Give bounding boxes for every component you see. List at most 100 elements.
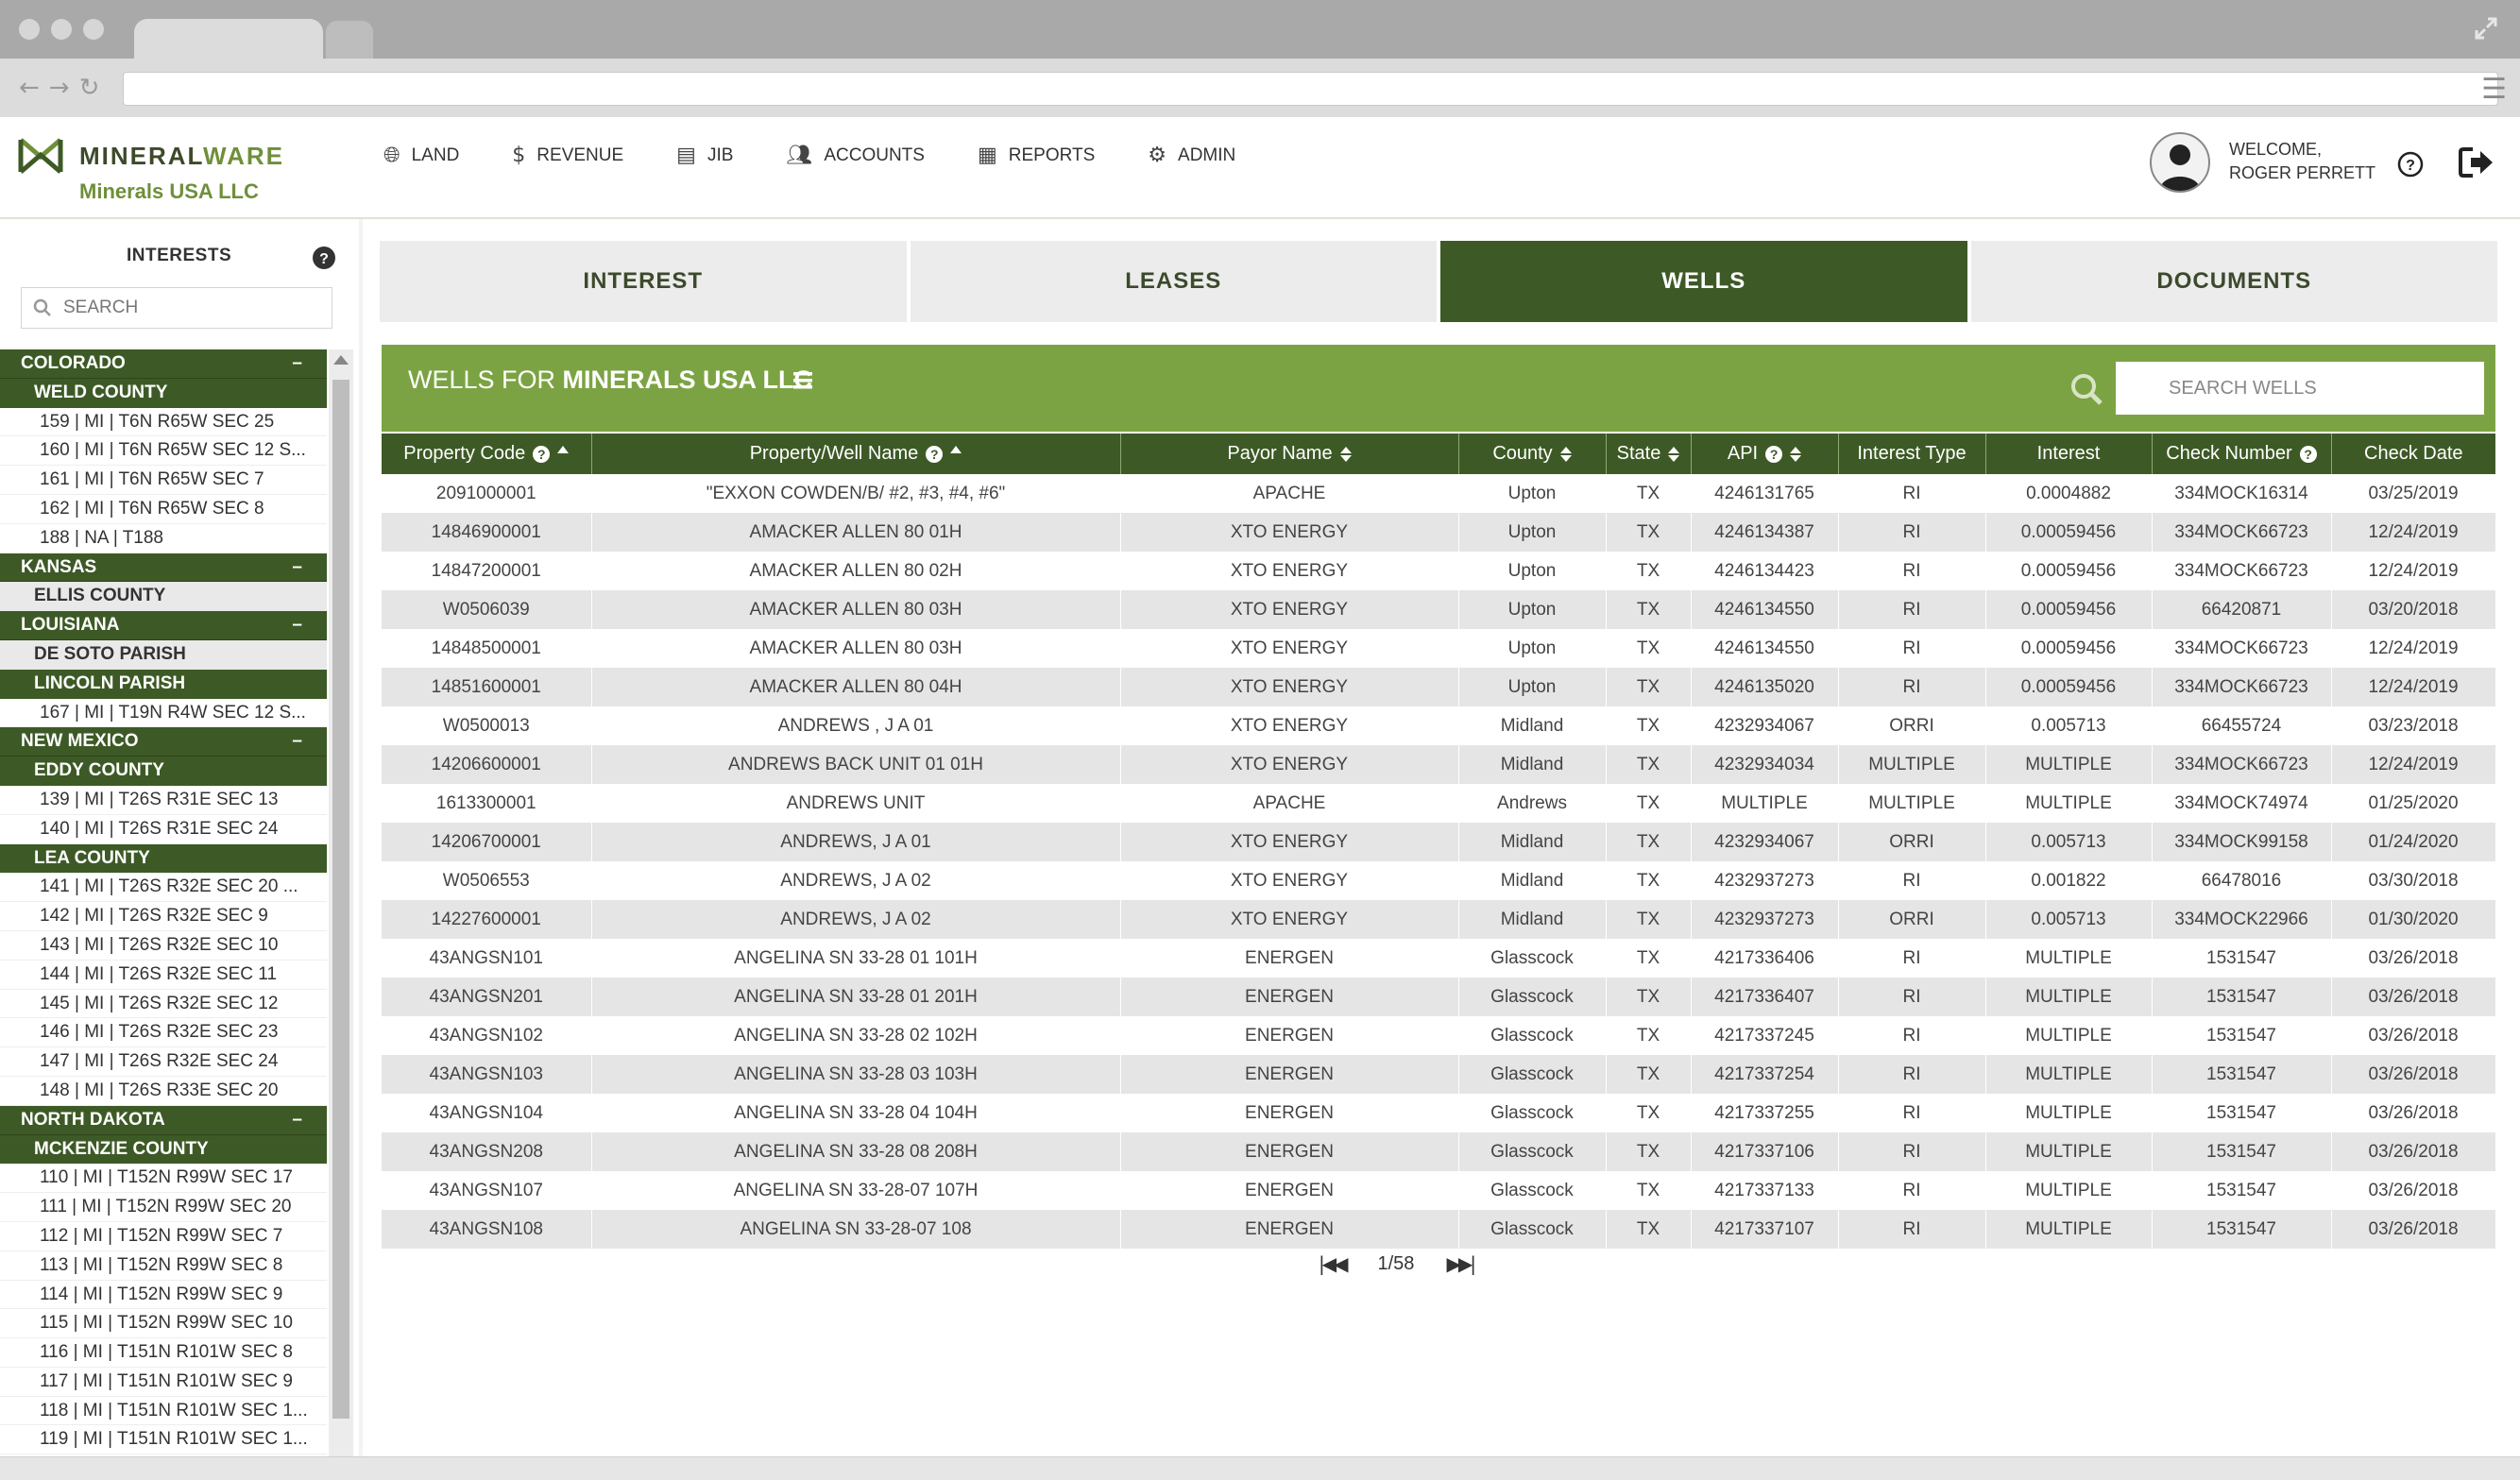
column-header[interactable]: Property Code? — [382, 434, 592, 474]
app-logo-text[interactable]: MINERALWARE — [79, 142, 284, 171]
table-row[interactable]: 43ANGSN104 ANGELINA SN 33-28 04 104H ENERG… — [382, 1094, 2496, 1132]
tree-state[interactable]: NEW MEXICO – — [0, 727, 327, 757]
help-icon[interactable]: ? — [2299, 445, 2317, 463]
sort-icon[interactable] — [1339, 446, 1352, 462]
nav-admin[interactable]: ⚙ ADMIN — [1148, 144, 1235, 167]
sort-icon[interactable] — [1790, 446, 1802, 462]
tree-county[interactable]: LEA COUNTY — [0, 843, 327, 874]
table-row[interactable]: 14206700001 ANDREWS, J A 01 XTO ENERGY Midl… — [382, 823, 2496, 861]
scroll-thumb[interactable] — [332, 380, 349, 1419]
table-row[interactable]: 14846900001 AMACKER ALLEN 80 01H XTO ENERG… — [382, 513, 2496, 552]
nav-jib[interactable]: ▤ JIB — [676, 144, 733, 167]
tree-leaf[interactable]: 145 | MI | T26S R32E SEC 12 — [0, 989, 327, 1019]
column-header[interactable]: Check Number? — [2152, 434, 2332, 474]
sort-icon[interactable] — [1559, 446, 1572, 462]
nav-accounts[interactable]: 👥︎ ACCOUNTS — [786, 144, 925, 167]
back-arrow-icon[interactable]: ← — [19, 74, 40, 102]
table-row[interactable]: 14848500001 AMACKER ALLEN 80 03H XTO ENERG… — [382, 629, 2496, 668]
tree-county[interactable]: DE SOTO PARISH — [0, 639, 327, 670]
tree-county[interactable]: MCKENZIE COUNTY — [0, 1134, 327, 1165]
avatar[interactable] — [2150, 132, 2210, 193]
table-row[interactable]: 14227600001 ANDREWS, J A 02 XTO ENERGY Midl… — [382, 900, 2496, 939]
tab-leases[interactable]: LEASES — [910, 241, 1437, 322]
table-row[interactable]: 43ANGSN101 ANGELINA SN 33-28 01 101H ENERG… — [382, 939, 2496, 978]
tree-leaf[interactable]: 147 | MI | T26S R32E SEC 24 — [0, 1047, 327, 1077]
table-row[interactable]: W0506039 AMACKER ALLEN 80 03H XTO ENERGY Up… — [382, 590, 2496, 629]
tab-wells[interactable]: WELLS — [1440, 241, 1967, 322]
forward-arrow-icon[interactable]: → — [49, 74, 70, 102]
tree-leaf[interactable]: 144 | MI | T26S R32E SEC 11 — [0, 960, 327, 990]
table-row[interactable]: 43ANGSN208 ANGELINA SN 33-28 08 208H ENERG… — [382, 1132, 2496, 1171]
table-row[interactable]: 14851600001 AMACKER ALLEN 80 04H XTO ENERG… — [382, 668, 2496, 706]
tree-leaf[interactable]: 117 | MI | T151N R101W SEC 9 — [0, 1367, 327, 1397]
column-header[interactable]: API? — [1691, 434, 1839, 474]
first-page-icon[interactable]: |◀◀ — [1319, 1252, 1348, 1275]
tree-county[interactable]: WELD COUNTY — [0, 378, 327, 408]
tree-county[interactable]: ELLIS COUNTY — [0, 582, 327, 612]
sort-ascending-icon[interactable] — [950, 445, 962, 453]
browser-tab-new[interactable] — [326, 21, 373, 59]
column-header[interactable]: Property/Well Name? — [591, 434, 1121, 474]
tree-leaf[interactable]: 114 | MI | T152N R99W SEC 9 — [0, 1280, 327, 1310]
help-icon[interactable]: ? — [1765, 445, 1783, 463]
help-icon[interactable]: ? — [533, 445, 551, 463]
table-row[interactable]: 43ANGSN201 ANGELINA SN 33-28 01 201H ENERG… — [382, 978, 2496, 1016]
browser-tab-active[interactable] — [134, 19, 323, 59]
table-row[interactable]: W0500013 ANDREWS , J A 01 XTO ENERGY Midlan… — [382, 706, 2496, 745]
tree-leaf[interactable]: 140 | MI | T26S R31E SEC 24 — [0, 814, 327, 844]
table-row[interactable]: 43ANGSN108 ANGELINA SN 33-28-07 108 ENERGE… — [382, 1210, 2496, 1249]
tree-leaf[interactable]: 111 | MI | T152N R99W SEC 20 — [0, 1193, 327, 1222]
help-icon[interactable]: ? — [2397, 151, 2424, 178]
tree-leaf[interactable]: 148 | MI | T26S R33E SEC 20 — [0, 1076, 327, 1106]
scroll-up-arrow-icon[interactable] — [333, 355, 349, 365]
sidebar-scrollbar[interactable] — [329, 349, 353, 1456]
nav-reports[interactable]: ▦ REPORTS — [978, 144, 1095, 167]
table-row[interactable]: 14206600001 ANDREWS BACK UNIT 01 01H XTO E… — [382, 745, 2496, 784]
tree-leaf[interactable]: 146 | MI | T26S R32E SEC 23 — [0, 1018, 327, 1048]
tree-leaf[interactable]: 110 | MI | T152N R99W SEC 17 — [0, 1164, 327, 1194]
table-row[interactable]: 1613300001 ANDREWS UNIT APACHE Andrews TX MUL… — [382, 784, 2496, 823]
table-row[interactable]: 14847200001 AMACKER ALLEN 80 02H XTO ENERG… — [382, 552, 2496, 590]
search-wells-input[interactable] — [2116, 362, 2484, 415]
tree-leaf[interactable]: 118 | MI | T151N R101W SEC 1... — [0, 1396, 327, 1426]
tree-leaf[interactable]: 162 | MI | T6N R65W SEC 8 — [0, 494, 327, 524]
tree-leaf[interactable]: 161 | MI | T6N R65W SEC 7 — [0, 466, 327, 495]
tree-leaf[interactable]: 113 | MI | T152N R99W SEC 8 — [0, 1250, 327, 1281]
sort-ascending-icon[interactable] — [557, 445, 570, 453]
close-window-dot[interactable] — [19, 19, 40, 40]
tree-leaf[interactable]: 159 | MI | T6N R65W SEC 25 — [0, 407, 327, 437]
tree-leaf[interactable]: 119 | MI | T151N R101W SEC 1... — [0, 1425, 327, 1455]
tree-leaf[interactable]: 160 | MI | T6N R65W SEC 12 S... — [0, 436, 327, 467]
browser-menu-icon[interactable]: ☰ — [2481, 76, 2507, 104]
column-header[interactable]: Interest — [1985, 434, 2153, 474]
help-icon[interactable]: ? — [312, 246, 336, 270]
column-header[interactable]: State — [1606, 434, 1692, 474]
hamburger-menu-icon[interactable] — [792, 370, 814, 391]
tree-leaf[interactable]: 115 | MI | T152N R99W SEC 10 — [0, 1309, 327, 1339]
collapse-icon[interactable]: – — [292, 349, 302, 378]
collapse-icon[interactable]: – — [292, 611, 302, 639]
table-row[interactable]: 43ANGSN107 ANGELINA SN 33-28-07 107H ENERG… — [382, 1171, 2496, 1210]
collapse-icon[interactable]: – — [292, 553, 302, 582]
table-row[interactable]: W0506553 ANDREWS, J A 02 XTO ENERGY Midland… — [382, 861, 2496, 900]
tree-state[interactable]: NORTH DAKOTA – — [0, 1105, 327, 1135]
tree-leaf[interactable]: 141 | MI | T26S R32E SEC 20 ... — [0, 873, 327, 903]
search-icon[interactable] — [2069, 371, 2106, 409]
table-row[interactable]: 2091000001 "EXXON COWDEN/B/ #2, #3, #4, #… — [382, 474, 2496, 513]
last-page-icon[interactable]: ▶▶| — [1446, 1252, 1475, 1275]
help-icon[interactable]: ? — [926, 445, 944, 463]
tree-leaf[interactable]: 116 | MI | T151N R101W SEC 8 — [0, 1338, 327, 1368]
logout-icon[interactable] — [2458, 145, 2495, 179]
table-row[interactable]: 43ANGSN103 ANGELINA SN 33-28 03 103H ENERG… — [382, 1055, 2496, 1094]
fullscreen-icon[interactable] — [2473, 15, 2499, 42]
sidebar-search-input[interactable] — [61, 297, 311, 319]
nav-land[interactable]: 🌐︎ LAND — [383, 144, 459, 167]
tree-state[interactable]: LOUISIANA – — [0, 611, 327, 640]
tree-leaf[interactable]: 188 | NA | T188 — [0, 523, 327, 553]
tab-documents[interactable]: DOCUMENTS — [1970, 241, 2497, 322]
tab-interest[interactable]: INTEREST — [380, 241, 907, 322]
table-row[interactable]: 43ANGSN102 ANGELINA SN 33-28 02 102H ENERG… — [382, 1016, 2496, 1055]
sort-icon[interactable] — [1668, 446, 1680, 462]
minimize-window-dot[interactable] — [51, 19, 72, 40]
tree-leaf[interactable]: 167 | MI | T19N R4W SEC 12 S... — [0, 698, 327, 728]
